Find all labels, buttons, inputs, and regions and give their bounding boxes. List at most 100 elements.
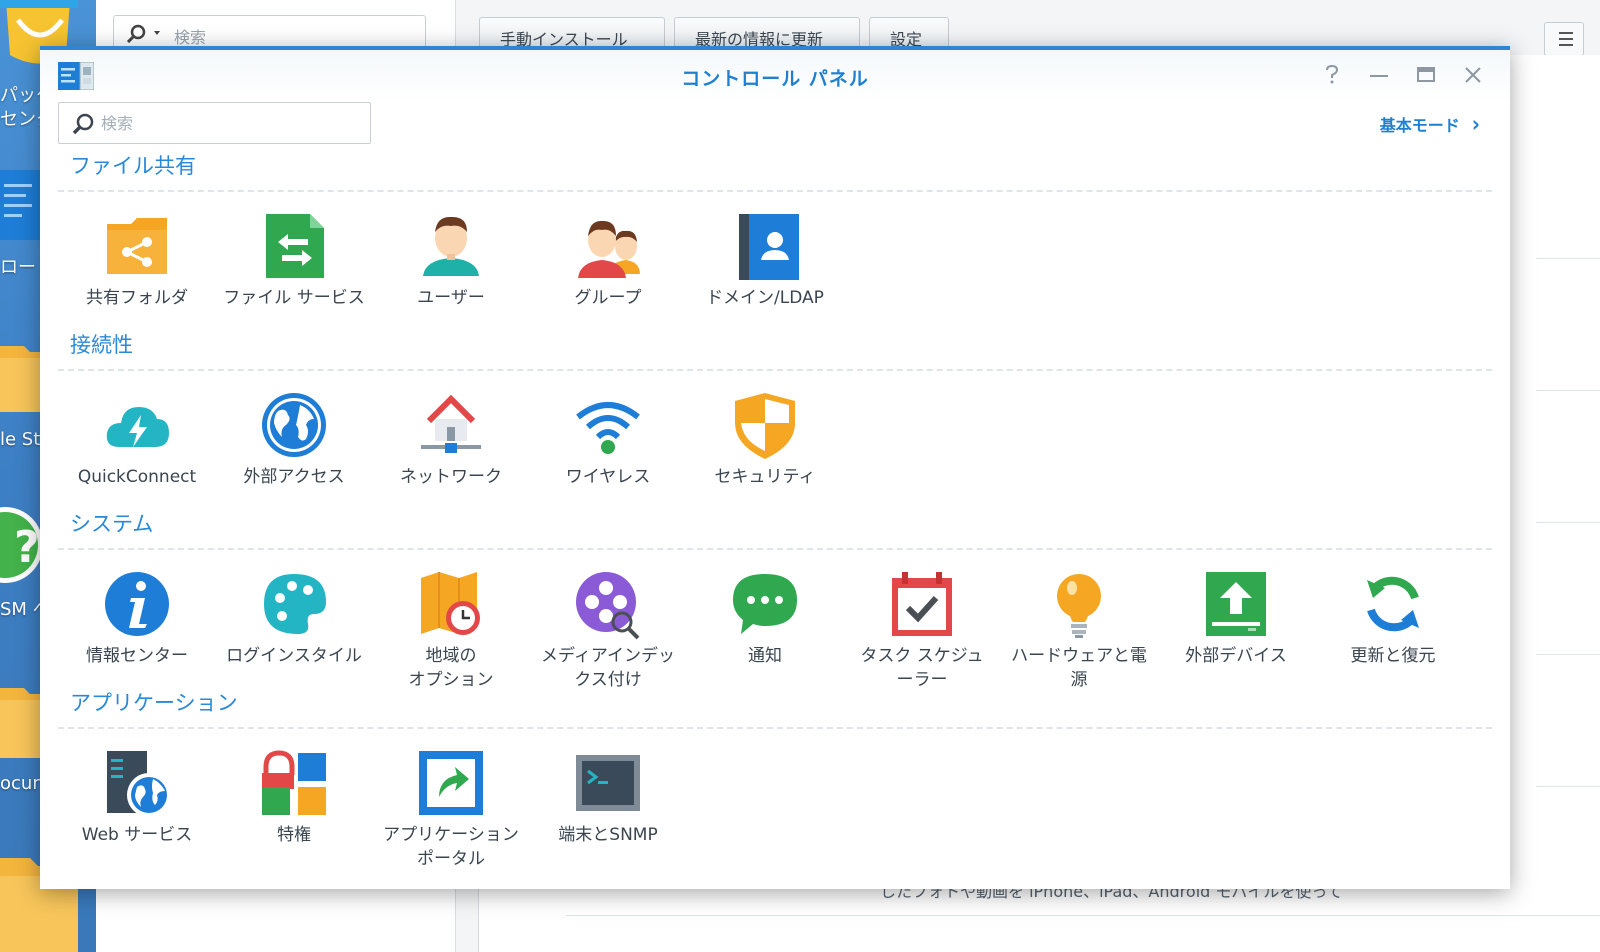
control-panel-item-label: 外部デバイス (1185, 646, 1287, 666)
control-panel-item-label: 特権 (277, 825, 311, 845)
control-panel-item[interactable]: ネットワーク (376, 389, 526, 489)
section-divider (58, 727, 1492, 729)
control-panel-item-label: ファイル サービス (223, 288, 365, 308)
hardware-power-icon (1057, 574, 1101, 638)
control-panel-item[interactable]: 外部アクセス (219, 389, 369, 489)
search-field[interactable] (58, 102, 371, 144)
menu-icon[interactable] (1544, 22, 1584, 56)
basic-mode-label: 基本モード (1379, 116, 1460, 135)
window-title: コントロール パネル (681, 68, 869, 90)
folder-icon[interactable] (0, 682, 40, 758)
control-panel-item[interactable]: 端末とSNMP (533, 747, 683, 847)
control-panel-item[interactable]: グループ (533, 210, 683, 310)
control-panel-item[interactable]: アプリケーション ポータル (376, 747, 526, 871)
file-services-icon (266, 214, 324, 278)
control-panel-item-label: セキュリティ (714, 467, 816, 487)
control-panel-item[interactable]: Web サービス (62, 747, 212, 847)
maximize-icon[interactable] (1415, 64, 1437, 86)
section-title: ファイル共有 (70, 154, 196, 178)
notification-icon (733, 574, 797, 634)
control-panel-item[interactable]: メディアインデッ クス付け (533, 568, 683, 692)
privileges-icon (262, 750, 326, 815)
control-panel-item-label: ワイヤレス (565, 467, 651, 487)
title-bar[interactable]: コントロール パネル (40, 50, 1510, 102)
control-panel-item-label: ドメイン/LDAP (706, 288, 824, 308)
regional-options-icon (421, 572, 480, 635)
external-access-icon (262, 393, 326, 457)
task-scheduler-icon (892, 572, 952, 636)
control-panel-item-label: 通知 (748, 646, 782, 666)
control-panel-item-label: ログインスタイル (226, 646, 362, 666)
minimize-icon[interactable] (1368, 64, 1390, 86)
dsm-help-icon[interactable]: ? (0, 500, 43, 590)
control-panel-item-label: ユーザー (417, 288, 485, 308)
control-panel-item[interactable]: QuickConnect (62, 389, 212, 489)
search-input[interactable] (101, 111, 351, 135)
svg-text:?: ? (14, 522, 40, 573)
desktop-label: ロー (0, 257, 36, 278)
control-panel-item[interactable]: 特権 (219, 747, 369, 847)
control-panel-item[interactable]: 更新と復元 (1318, 568, 1468, 668)
control-panel-item-label: QuickConnect (77, 467, 197, 487)
search-icon (126, 24, 160, 43)
section-divider (58, 548, 1492, 550)
folder-icon[interactable] (0, 340, 40, 412)
media-indexing-icon (576, 572, 640, 640)
divider (1536, 390, 1600, 391)
application-portal-icon (419, 751, 483, 815)
control-panel-item-label: ハードウェアと電 源 (1011, 646, 1147, 690)
divider (1536, 258, 1600, 259)
control-panel-desktop-icon[interactable] (0, 170, 40, 240)
security-icon (735, 393, 795, 459)
chevron-right-icon: › (1471, 110, 1480, 138)
control-panel-item[interactable]: ハードウェアと電 源 (1004, 568, 1154, 692)
control-panel-item[interactable]: ドメイン/LDAP (690, 210, 840, 310)
control-panel-item-label: 外部アクセス (243, 467, 345, 487)
control-panel-item-label: アプリケーション ポータル (383, 825, 519, 869)
wireless-icon (576, 402, 640, 454)
background-search-placeholder: 検索 (174, 28, 207, 47)
desktop-label: le St (0, 429, 41, 450)
control-panel-item[interactable]: 地域の オプション (376, 568, 526, 692)
divider (1536, 654, 1600, 655)
control-panel-item[interactable]: 共有フォルダ (62, 210, 212, 310)
control-panel-item-label: メディアインデッ クス付け (541, 646, 675, 690)
section-title: アプリケーション (70, 691, 238, 715)
control-panel-item-label: 更新と復元 (1350, 646, 1436, 666)
help-icon[interactable] (1321, 64, 1343, 86)
control-panel-item[interactable]: 通知 (690, 568, 840, 668)
control-panel-item-label: グループ (574, 288, 642, 308)
section-divider (58, 369, 1492, 371)
group-icon (578, 220, 640, 278)
desktop-label: ocur (0, 773, 40, 794)
control-panel-item[interactable]: ワイヤレス (533, 389, 683, 489)
divider (566, 915, 1600, 916)
user-icon (423, 216, 479, 276)
background-search-field[interactable]: 検索 (113, 15, 426, 49)
login-style-icon (264, 574, 326, 634)
close-icon[interactable] (1462, 64, 1484, 86)
control-panel-item-label: タスク スケジュ ーラー (860, 646, 984, 690)
divider (1536, 786, 1600, 787)
quickconnect-icon (106, 407, 169, 447)
control-panel-item-label: Web サービス (81, 825, 193, 845)
control-panel-item[interactable]: 情報センター (62, 568, 212, 668)
basic-mode-link[interactable]: 基本モード › (1379, 110, 1480, 138)
terminal-snmp-icon (576, 755, 640, 811)
control-panel-item[interactable]: ユーザー (376, 210, 526, 310)
shared-folder-icon (107, 218, 167, 274)
control-panel-item[interactable]: ログインスタイル (219, 568, 369, 668)
external-devices-icon (1206, 572, 1266, 636)
web-services-icon (107, 751, 171, 817)
control-panel-item-label: ネットワーク (400, 467, 502, 487)
control-panel-item[interactable]: セキュリティ (690, 389, 840, 489)
control-panel-item[interactable]: ファイル サービス (219, 210, 369, 310)
network-icon (421, 394, 481, 453)
search-icon (72, 113, 94, 135)
section-title: 接続性 (70, 333, 133, 357)
control-panel-item-label: 情報センター (86, 646, 188, 666)
control-panel-item[interactable]: 外部デバイス (1161, 568, 1311, 668)
info-center-icon (105, 572, 169, 636)
update-restore-icon (1367, 576, 1419, 632)
control-panel-item[interactable]: タスク スケジュ ーラー (847, 568, 997, 692)
